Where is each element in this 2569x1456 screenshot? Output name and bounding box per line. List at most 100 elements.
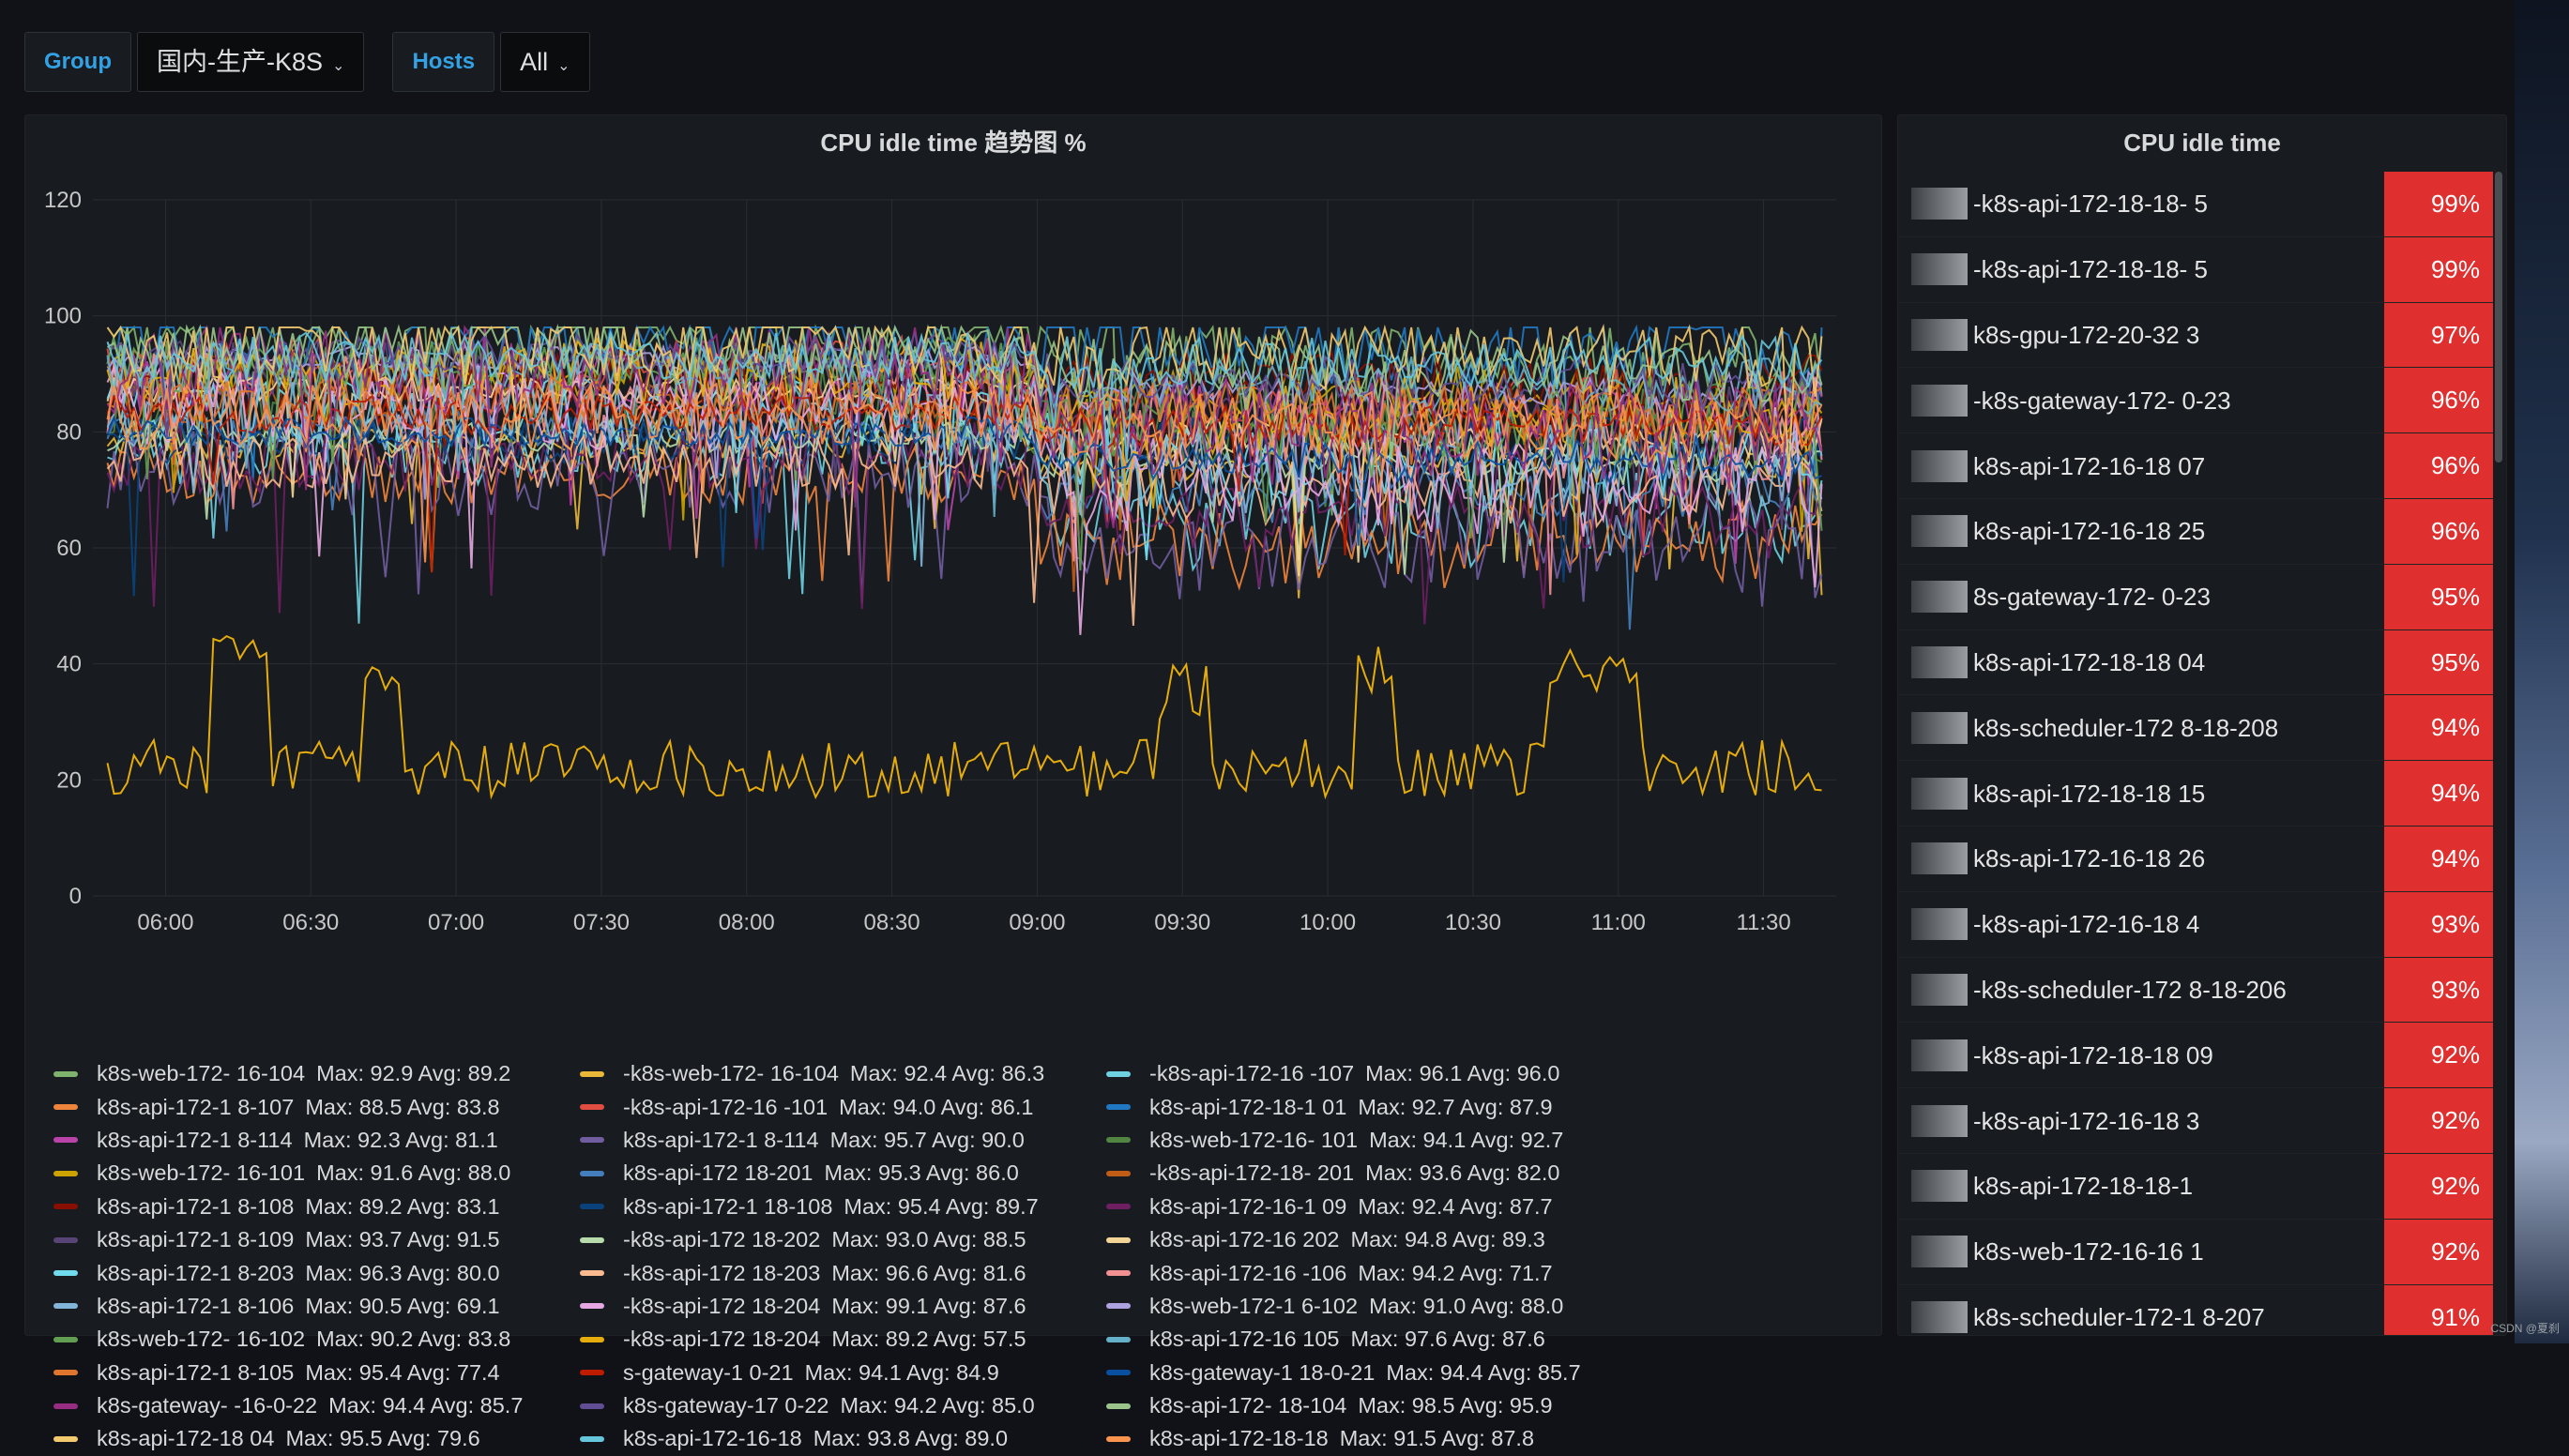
legend-item[interactable]: k8s-api-172-16 202 Max: 94.8 Avg: 89.3 bbox=[1106, 1223, 1633, 1256]
legend-item[interactable]: k8s-gateway-17 0-22 Max: 94.2 Avg: 85.0 bbox=[580, 1389, 1106, 1422]
legend-swatch[interactable] bbox=[1106, 1204, 1131, 1210]
legend-swatch[interactable] bbox=[1106, 1370, 1131, 1376]
legend-series-name[interactable]: k8s-api-172-1 8-106 bbox=[97, 1294, 294, 1319]
legend-swatch[interactable] bbox=[1106, 1336, 1131, 1342]
legend-swatch[interactable] bbox=[1106, 1104, 1131, 1111]
legend-series-name[interactable]: k8s-api-172- 18-104 bbox=[1149, 1393, 1346, 1418]
table-row[interactable]: k8s-api-172-18-18 04 95% bbox=[1898, 629, 2493, 696]
legend-item[interactable]: -k8s-api-172 18-204 Max: 89.2 Avg: 57.5 bbox=[580, 1323, 1106, 1356]
legend-item[interactable]: -k8s-api-172 18-203 Max: 96.6 Avg: 81.6 bbox=[580, 1256, 1106, 1289]
legend-swatch[interactable] bbox=[53, 1070, 78, 1077]
table-row[interactable]: k8s-scheduler-172 8-18-208 94% bbox=[1898, 695, 2493, 762]
line-chart[interactable]: 0 20 40 60 80 100 120 06:00 06:30 07:00 07:30 08:00… bbox=[25, 115, 1881, 1054]
table-row[interactable]: 8s-gateway-172- 0-23 95% bbox=[1898, 564, 2493, 630]
legend-item[interactable]: k8s-gateway- -16-0-22 Max: 94.4 Avg: 85.7 bbox=[53, 1389, 580, 1422]
legend-swatch[interactable] bbox=[580, 1370, 604, 1376]
legend-item[interactable]: k8s-api-172-18 04 Max: 95.5 Avg: 79.6 bbox=[53, 1422, 580, 1455]
legend-swatch[interactable] bbox=[580, 1270, 604, 1277]
legend-series-name[interactable]: k8s-api-172-1 8-109 bbox=[97, 1227, 294, 1252]
table-row[interactable]: -k8s-scheduler-172 8-18-206 93% bbox=[1898, 957, 2493, 1024]
table-row[interactable]: k8s-web-172-16-16 1 92% bbox=[1898, 1219, 2493, 1285]
table-row[interactable]: k8s-api-172-16-18 26 94% bbox=[1898, 826, 2493, 892]
legend-series-name[interactable]: k8s-gateway-1 18-0-21 bbox=[1149, 1360, 1375, 1386]
hosts-variable-select[interactable]: All ⌄ bbox=[500, 32, 590, 92]
legend-series-name[interactable]: k8s-web-172- 16-102 bbox=[97, 1327, 305, 1352]
legend-series-name[interactable]: k8s-api-172-1 8-114 bbox=[623, 1128, 819, 1153]
legend-item[interactable]: k8s-api-172-1 8-114 Max: 95.7 Avg: 90.0 bbox=[580, 1124, 1106, 1157]
legend-series-name[interactable]: k8s-gateway-17 0-22 bbox=[623, 1393, 828, 1418]
table-row[interactable]: k8s-api-172-18-18 15 94% bbox=[1898, 761, 2493, 827]
legend-item[interactable]: -k8s-api-172-16 -101 Max: 94.0 Avg: 86.1 bbox=[580, 1090, 1106, 1123]
legend-item[interactable]: k8s-api-172-1 8-109 Max: 93.7 Avg: 91.5 bbox=[53, 1223, 580, 1256]
table-row[interactable]: -k8s-gateway-172- 0-23 96% bbox=[1898, 368, 2493, 434]
legend-item[interactable]: k8s-api-172-1 8-107 Max: 88.5 Avg: 83.8 bbox=[53, 1090, 580, 1123]
legend-item[interactable]: k8s-api-172-16-18 Max: 93.8 Avg: 89.0 bbox=[580, 1422, 1106, 1455]
legend-item[interactable]: k8s-web-172- 16-101 Max: 91.6 Avg: 88.0 bbox=[53, 1157, 580, 1190]
legend-series-name[interactable]: k8s-api-172-1 8-203 bbox=[97, 1261, 294, 1286]
legend-item[interactable]: -k8s-api-172 18-202 Max: 93.0 Avg: 88.5 bbox=[580, 1223, 1106, 1256]
table-row[interactable]: k8s-api-172-18-18-1 92% bbox=[1898, 1153, 2493, 1220]
legend-item[interactable]: k8s-api-172-1 8-108 Max: 89.2 Avg: 83.1 bbox=[53, 1191, 580, 1223]
table-row[interactable]: -k8s-api-172-18-18- 5 99% bbox=[1898, 172, 2493, 237]
legend-swatch[interactable] bbox=[1106, 1236, 1131, 1243]
legend-series-name[interactable]: -k8s-api-172-16 -101 bbox=[623, 1095, 828, 1120]
legend-swatch[interactable] bbox=[53, 1435, 78, 1442]
legend-swatch[interactable] bbox=[1106, 1403, 1131, 1409]
legend-swatch[interactable] bbox=[580, 1170, 604, 1176]
legend-swatch[interactable] bbox=[580, 1403, 604, 1409]
legend-item[interactable]: k8s-web-172-16- 101 Max: 94.1 Avg: 92.7 bbox=[1106, 1124, 1633, 1157]
legend-swatch[interactable] bbox=[1106, 1303, 1131, 1310]
legend-swatch[interactable] bbox=[53, 1137, 78, 1144]
legend-series-name[interactable]: k8s-api-172-1 8-114 bbox=[97, 1128, 293, 1153]
legend-series-name[interactable]: k8s-api-172-1 18-108 bbox=[623, 1194, 832, 1220]
legend-series-name[interactable]: -k8s-api-172-16 -107 bbox=[1149, 1061, 1354, 1086]
legend-swatch[interactable] bbox=[580, 1336, 604, 1342]
legend-swatch[interactable] bbox=[1106, 1435, 1131, 1442]
legend-item[interactable]: k8s-api-172- 18-104 Max: 98.5 Avg: 95.9 bbox=[1106, 1389, 1633, 1422]
legend-item[interactable]: k8s-api-172 18-201 Max: 95.3 Avg: 86.0 bbox=[580, 1157, 1106, 1190]
table-row[interactable]: -k8s-api-172-16-18 3 92% bbox=[1898, 1088, 2493, 1154]
legend-series-name[interactable]: k8s-api-172-18-1 01 bbox=[1149, 1095, 1346, 1120]
legend-series-name[interactable]: k8s-api-172-1 8-105 bbox=[97, 1360, 294, 1386]
legend-swatch[interactable] bbox=[580, 1303, 604, 1310]
legend-item[interactable]: k8s-web-172- 16-102 Max: 90.2 Avg: 83.8 bbox=[53, 1323, 580, 1356]
legend-swatch[interactable] bbox=[580, 1236, 604, 1243]
legend-swatch[interactable] bbox=[580, 1070, 604, 1077]
legend-series-name[interactable]: -k8s-web-172- 16-104 bbox=[623, 1061, 839, 1086]
table-row[interactable]: k8s-scheduler-172-1 8-207 91% bbox=[1898, 1284, 2493, 1335]
legend-series-name[interactable]: -k8s-api-172 18-204 bbox=[623, 1294, 820, 1319]
legend-series-name[interactable]: k8s-api-172-16 202 bbox=[1149, 1227, 1340, 1252]
legend-item[interactable]: k8s-api-172-18-1 01 Max: 92.7 Avg: 87.9 bbox=[1106, 1090, 1633, 1123]
legend-swatch[interactable] bbox=[1106, 1170, 1131, 1176]
legend-swatch[interactable] bbox=[580, 1104, 604, 1111]
legend-item[interactable]: k8s-api-172-16 105 Max: 97.6 Avg: 87.6 bbox=[1106, 1323, 1633, 1356]
legend-item[interactable]: k8s-api-172-1 8-114 Max: 92.3 Avg: 81.1 bbox=[53, 1124, 580, 1157]
legend-series-name[interactable]: k8s-web-172-1 6-102 bbox=[1149, 1294, 1358, 1319]
table-panel-title[interactable]: CPU idle time bbox=[1898, 115, 2506, 168]
table-row[interactable]: k8s-api-172-16-18 07 96% bbox=[1898, 433, 2493, 499]
legend-series-name[interactable]: k8s-api-172-16-18 bbox=[623, 1426, 802, 1451]
legend-series-name[interactable]: s-gateway-1 0-21 bbox=[623, 1360, 794, 1386]
legend-swatch[interactable] bbox=[1106, 1137, 1131, 1144]
legend-item[interactable]: k8s-web-172-1 6-102 Max: 91.0 Avg: 88.0 bbox=[1106, 1290, 1633, 1323]
legend-series-name[interactable]: k8s-web-172- 16-101 bbox=[97, 1160, 305, 1186]
legend-swatch[interactable] bbox=[53, 1403, 78, 1409]
table-row[interactable]: k8s-gpu-172-20-32 3 97% bbox=[1898, 302, 2493, 369]
legend-item[interactable]: k8s-api-172-1 18-108 Max: 95.4 Avg: 89.7 bbox=[580, 1191, 1106, 1223]
table-row[interactable]: -k8s-api-172-18-18- 5 99% bbox=[1898, 236, 2493, 303]
legend-item[interactable]: k8s-web-172- 16-104 Max: 92.9 Avg: 89.2 bbox=[53, 1057, 580, 1090]
legend-series-name[interactable]: k8s-api-172-18-18 bbox=[1149, 1426, 1329, 1451]
legend-series-name[interactable]: k8s-api-172-18 04 bbox=[97, 1426, 274, 1451]
legend-swatch[interactable] bbox=[1106, 1270, 1131, 1277]
legend-item[interactable]: k8s-api-172-1 8-203 Max: 96.3 Avg: 80.0 bbox=[53, 1256, 580, 1289]
legend-series-name[interactable]: -k8s-api-172-18- 201 bbox=[1149, 1160, 1354, 1186]
group-variable-select[interactable]: 国内-生产-K8S ⌄ bbox=[137, 32, 365, 92]
legend-swatch[interactable] bbox=[53, 1336, 78, 1342]
legend-series-name[interactable]: -k8s-api-172 18-204 bbox=[623, 1327, 820, 1352]
legend-series-name[interactable]: k8s-web-172- 16-104 bbox=[97, 1061, 305, 1086]
legend-swatch[interactable] bbox=[53, 1170, 78, 1176]
table-row[interactable]: -k8s-api-172-16-18 4 93% bbox=[1898, 891, 2493, 958]
legend-swatch[interactable] bbox=[53, 1204, 78, 1210]
legend-swatch[interactable] bbox=[53, 1104, 78, 1111]
legend-swatch[interactable] bbox=[580, 1137, 604, 1144]
